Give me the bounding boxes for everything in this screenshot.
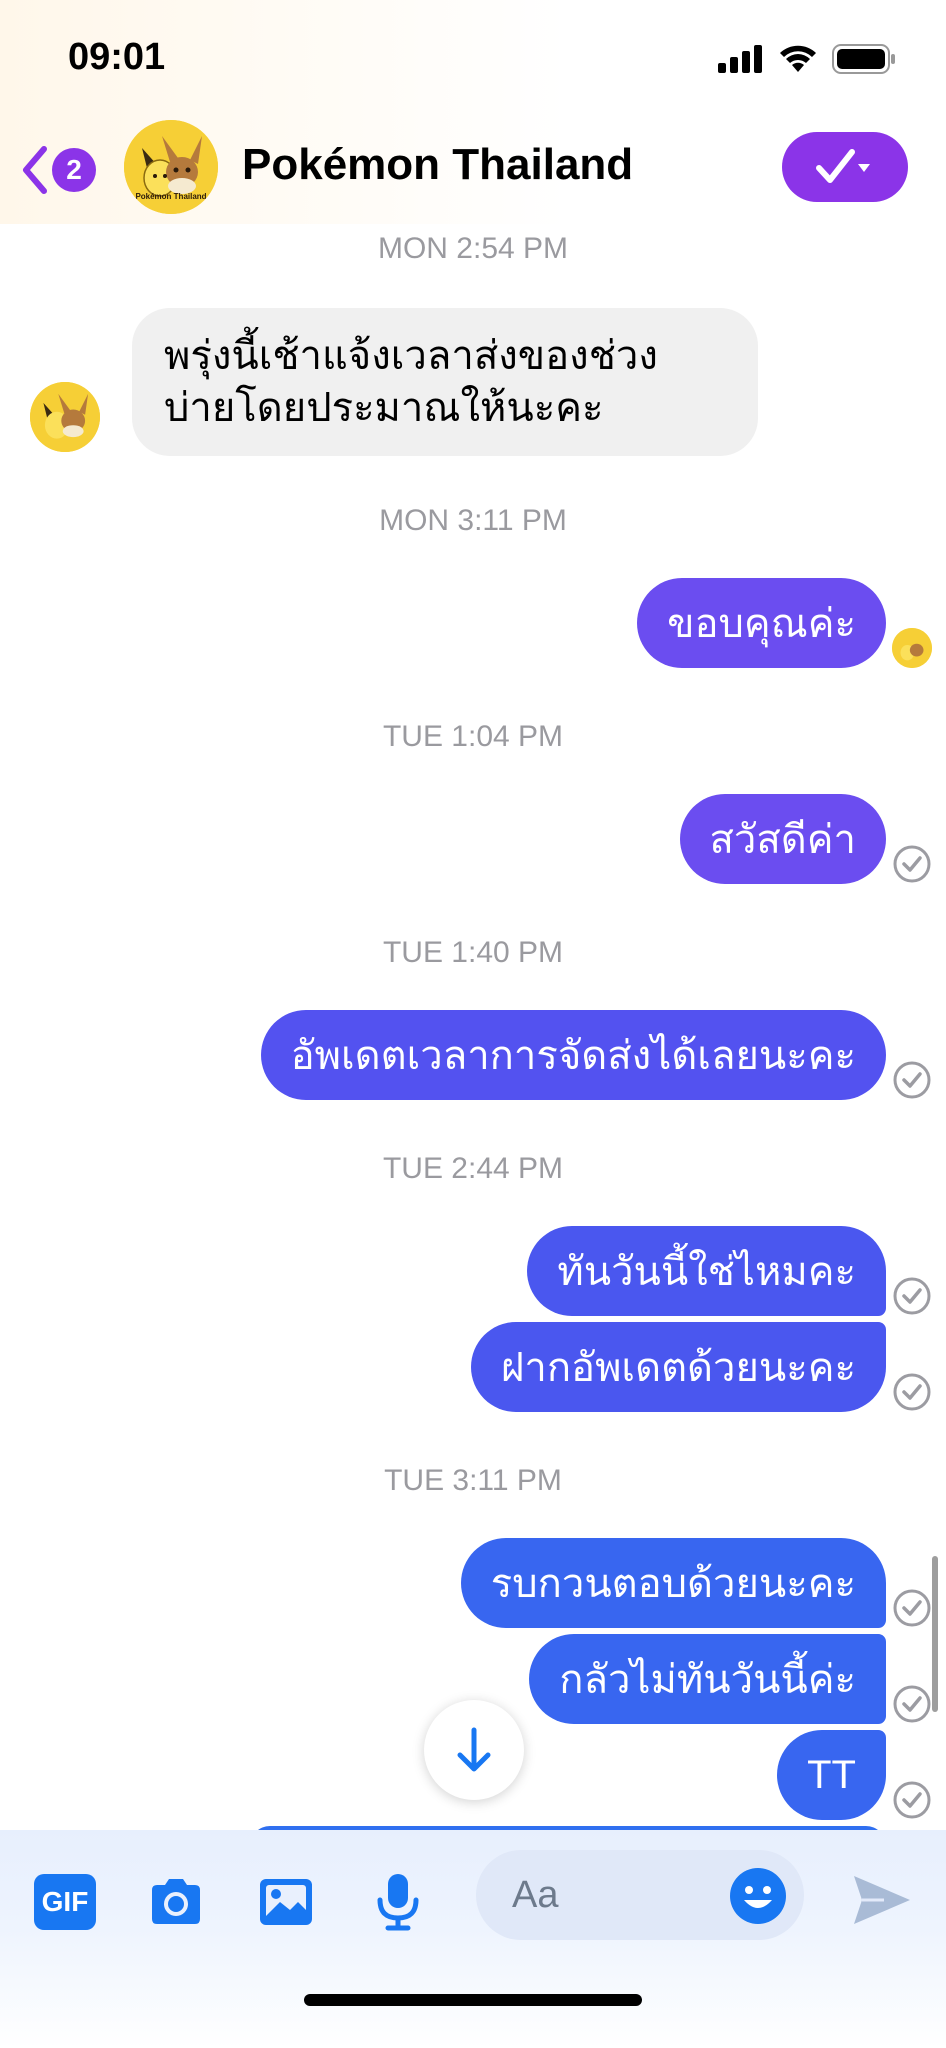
outgoing-message[interactable]: ทันวันนี้ใช่ไหมคะ [527,1226,886,1316]
chat-header: 2 Pokémon Thailand Pokémon Thailand [0,118,946,224]
avatar-caption: Pokémon Thailand [135,192,207,201]
timestamp: MON 2:54 PM [377,232,569,265]
arrow-down-icon [457,1727,491,1772]
contact-name[interactable]: Pokémon Thailand [242,140,633,190]
timestamp: MON 3:11 PM [379,504,567,537]
status-bar: 09:01 [0,0,946,118]
eevee-pikachu-logo [892,628,932,668]
wifi-icon [780,45,816,72]
message-list[interactable]: MON 2:54 PM พรุ่งนี้เช้าแจ้งเวลาส่งของช่… [0,224,946,1830]
outgoing-message[interactable]: กลัวไม่ทันวันนี้ค่ะ [529,1634,886,1724]
home-indicator [304,1994,642,2006]
eevee-pikachu-logo [30,382,100,452]
timestamp: TUE 2:44 PM [382,1152,564,1185]
microphone-icon[interactable] [366,1870,430,1934]
mark-done-button[interactable] [782,132,908,202]
photo-icon[interactable] [254,1870,318,1934]
delivered-check-icon [893,1589,931,1627]
messenger-chat-screen: 09:01 2 Pokémon Thailand Pokémon Thailan… [0,0,946,2048]
delivered-check-icon [893,1373,931,1411]
outgoing-message[interactable]: อัพเดตเวลาการจัดส่งได้เลยนะคะ [260,1010,886,1100]
scroll-to-bottom-button[interactable] [424,1700,524,1800]
outgoing-message[interactable]: TT [777,1730,886,1820]
incoming-message[interactable]: พรุ่งนี้เช้าแจ้งเวลาส่งของช่วงบ่ายโดยประ… [132,308,758,456]
timestamp: TUE 3:11 PM [384,1464,562,1497]
outgoing-message[interactable]: สวัสดีค่า [679,794,886,884]
status-icons [718,44,896,74]
outgoing-message[interactable]: ขอบคุณค่ะ [637,578,886,668]
send-icon[interactable] [850,1868,914,1932]
contact-avatar-small [30,382,100,452]
delivered-check-icon [893,1685,931,1723]
seen-avatar [892,628,932,668]
status-time: 09:01 [68,36,166,78]
chevron-left-icon [23,146,47,194]
signal-icon [718,45,762,73]
message-composer: GIF Aa [0,1830,946,2048]
scroll-indicator[interactable] [932,1556,938,1712]
delivered-check-icon [893,1061,931,1099]
emoji-icon[interactable] [726,1864,790,1928]
delivered-check-icon [893,845,931,883]
delivered-check-icon [893,1781,931,1819]
contact-avatar[interactable]: Pokémon Thailand [124,120,218,214]
timestamp: TUE 1:04 PM [382,720,564,753]
battery-icon [832,44,895,74]
outgoing-message[interactable]: รบกวนตอบด้วยนะคะ [460,1538,886,1628]
timestamp: TUE 1:40 PM [382,936,564,969]
back-button[interactable]: 2 [20,140,100,200]
unread-count-badge: 2 [52,148,96,192]
check-dropdown-icon [816,149,870,183]
camera-icon[interactable] [144,1870,208,1934]
delivered-check-icon [893,1277,931,1315]
outgoing-message[interactable]: ฝากอัพเดตด้วยนะคะ [470,1322,886,1412]
gif-icon[interactable]: GIF [34,1874,96,1930]
